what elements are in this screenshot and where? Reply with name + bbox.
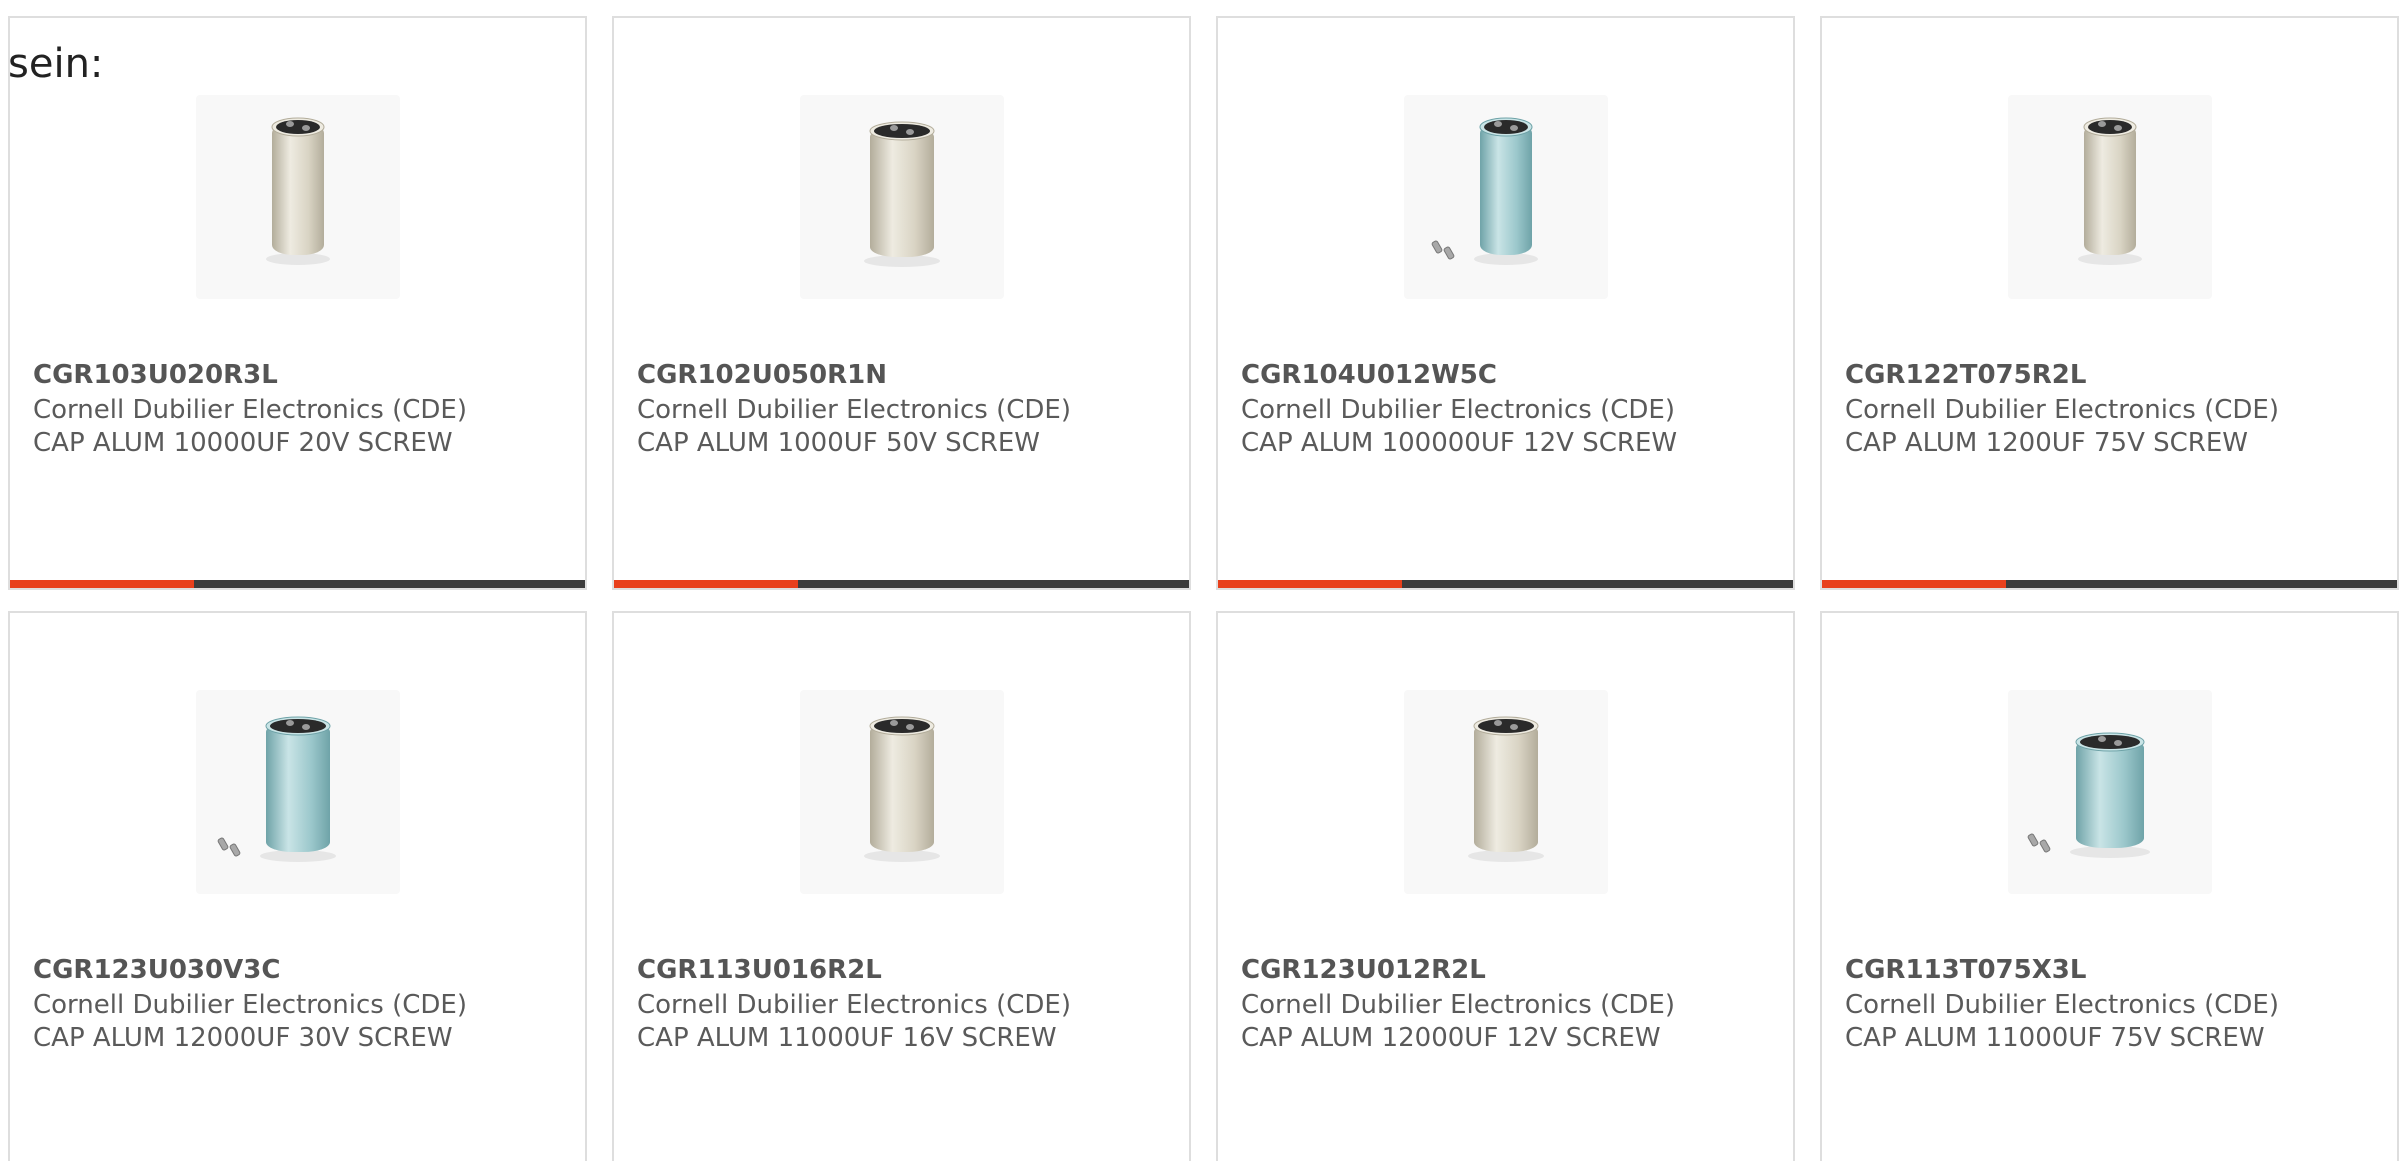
manufacturer-name: Cornell Dubilier Electronics (CDE) — [33, 395, 467, 425]
capacitor-silver-icon[interactable] — [800, 95, 1004, 299]
part-number-link[interactable]: CGR102U050R1N — [637, 360, 887, 390]
manufacturer-name: Cornell Dubilier Electronics (CDE) — [1241, 395, 1675, 425]
part-number-link[interactable]: CGR103U020R3L — [33, 360, 278, 390]
capacitor-teal-icon[interactable] — [196, 690, 400, 894]
product-card[interactable]: CGR103U020R3L Cornell Dubilier Electronic… — [8, 16, 587, 590]
capacitor-silver-icon[interactable] — [800, 690, 1004, 894]
card-progress-accent — [10, 580, 194, 588]
product-card[interactable]: CGR113T075X3L Cornell Dubilier Electronic… — [1820, 611, 2399, 1161]
part-number-link[interactable]: CGR123U030V3C — [33, 955, 280, 985]
manufacturer-name: Cornell Dubilier Electronics (CDE) — [637, 395, 1071, 425]
card-progress-bar — [1218, 580, 1793, 588]
capacitor-teal-icon[interactable] — [1404, 95, 1608, 299]
card-progress-accent — [1822, 580, 2006, 588]
capacitor-silver-icon[interactable] — [2008, 95, 2212, 299]
product-grid: CGR103U020R3L Cornell Dubilier Electronic… — [8, 16, 2400, 1161]
product-description: CAP ALUM 11000UF 16V SCREW — [637, 1023, 1057, 1053]
product-card[interactable]: CGR123U012R2L Cornell Dubilier Electronic… — [1216, 611, 1795, 1161]
manufacturer-name: Cornell Dubilier Electronics (CDE) — [33, 990, 467, 1020]
product-description: CAP ALUM 10000UF 20V SCREW — [33, 428, 453, 458]
part-number-link[interactable]: CGR113U016R2L — [637, 955, 882, 985]
product-card[interactable]: CGR102U050R1N Cornell Dubilier Electronic… — [612, 16, 1191, 590]
product-description: CAP ALUM 11000UF 75V SCREW — [1845, 1023, 2265, 1053]
part-number-link[interactable]: CGR113T075X3L — [1845, 955, 2086, 985]
product-description: CAP ALUM 1200UF 75V SCREW — [1845, 428, 2248, 458]
manufacturer-name: Cornell Dubilier Electronics (CDE) — [1845, 990, 2279, 1020]
card-progress-bar — [614, 580, 1189, 588]
manufacturer-name: Cornell Dubilier Electronics (CDE) — [1241, 990, 1675, 1020]
product-description: CAP ALUM 12000UF 30V SCREW — [33, 1023, 453, 1053]
product-card[interactable]: CGR113U016R2L Cornell Dubilier Electronic… — [612, 611, 1191, 1161]
capacitor-silver-icon[interactable] — [1404, 690, 1608, 894]
capacitor-teal-icon[interactable] — [2008, 690, 2212, 894]
product-description: CAP ALUM 12000UF 12V SCREW — [1241, 1023, 1661, 1053]
intro-text: sein: — [8, 41, 104, 87]
manufacturer-name: Cornell Dubilier Electronics (CDE) — [637, 990, 1071, 1020]
card-progress-accent — [614, 580, 798, 588]
product-card[interactable]: CGR104U012W5C Cornell Dubilier Electronic… — [1216, 16, 1795, 590]
capacitor-silver-icon[interactable] — [196, 95, 400, 299]
page: sein: CGR103U020R3L Cornell Dubilier Elec… — [0, 0, 2400, 1161]
product-description: CAP ALUM 1000UF 50V SCREW — [637, 428, 1040, 458]
card-progress-bar — [1822, 580, 2397, 588]
manufacturer-name: Cornell Dubilier Electronics (CDE) — [1845, 395, 2279, 425]
product-card[interactable]: CGR123U030V3C Cornell Dubilier Electronic… — [8, 611, 587, 1161]
part-number-link[interactable]: CGR123U012R2L — [1241, 955, 1486, 985]
card-progress-accent — [1218, 580, 1402, 588]
product-card[interactable]: CGR122T075R2L Cornell Dubilier Electronic… — [1820, 16, 2399, 590]
part-number-link[interactable]: CGR104U012W5C — [1241, 360, 1497, 390]
card-progress-bar — [10, 580, 585, 588]
product-description: CAP ALUM 100000UF 12V SCREW — [1241, 428, 1678, 458]
part-number-link[interactable]: CGR122T075R2L — [1845, 360, 2086, 390]
